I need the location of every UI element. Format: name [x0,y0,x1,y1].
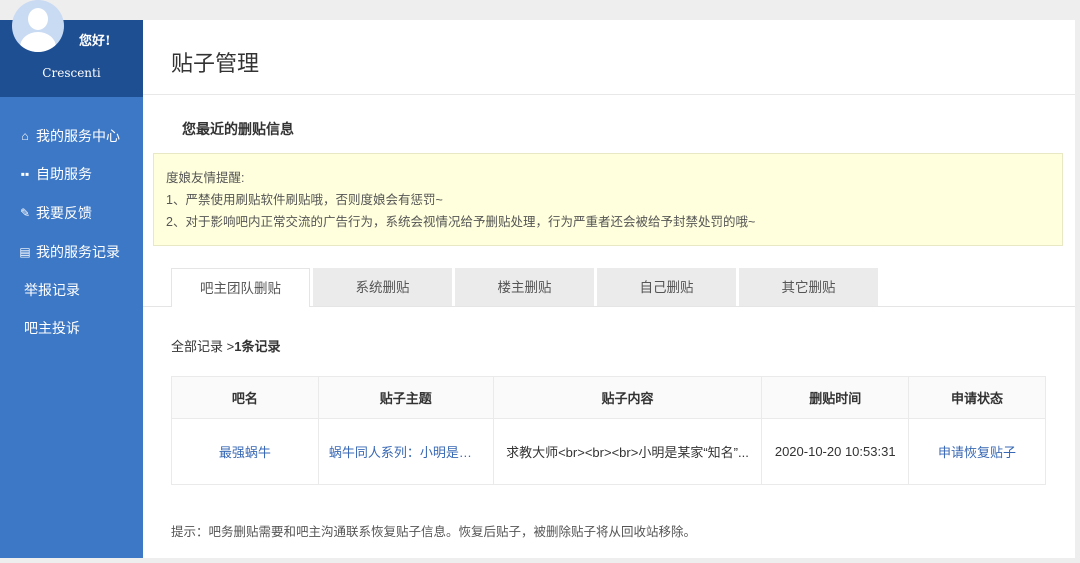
column-header: 申请状态 [908,376,1046,419]
tab-system-deleted[interactable]: 系统删贴 [313,268,452,306]
avatar[interactable] [12,0,64,52]
sidebar-item-label: 自助服务 [36,166,92,182]
sidebar: 您好! Crescenti ⌂ 我的服务中心 ▪▪ 自助服务 ✎ 我要反馈 ▤ 我的服务… [0,0,143,558]
sidebar-item-service-records[interactable]: ▤ 我的服务记录 [18,242,120,262]
count-value: 1条记录 [234,339,281,354]
edit-icon: ✎ [19,206,31,220]
home-icon: ⌂ [21,129,29,143]
post-title-link[interactable]: 蜗牛同人系列：小明是个... [317,418,494,485]
greeting: 您好! [79,34,111,49]
sidebar-item-report-records[interactable]: 举报记录 [24,280,80,300]
tab-bar: 吧主团队删贴 系统删贴 楼主删贴 自己删贴 其它删贴 [171,268,878,307]
table-row: 最强蜗牛 蜗牛同人系列：小明是个... 求教大师<br><br><br>小明是某… [171,418,1046,485]
request-restore-link[interactable]: 申请恢复贴子 [908,418,1046,485]
delete-time: 2020-10-20 10:53:31 [761,418,910,485]
sidebar-item-label: 吧主投诉 [24,320,80,336]
tab-self-deleted[interactable]: 自己删贴 [597,268,736,306]
deleted-posts-table: 吧名 贴子主题 贴子内容 删贴时间 申请状态 最强蜗牛 蜗牛同人系列：小明是个.… [171,376,1046,485]
tab-op-deleted[interactable]: 楼主删贴 [455,268,594,306]
main-content: 贴子管理 您最近的删贴信息 度娘友情提醒: 1、严禁使用刷贴软件刷贴哦，否则度娘… [143,20,1075,558]
column-header: 贴子主题 [317,376,494,419]
page-title: 贴子管理 [171,51,260,76]
user-panel: 您好! Crescenti [0,0,143,97]
post-content: 求教大师<br><br><br>小明是某家“知名”... [492,418,763,485]
section-title: 您最近的删贴信息 [182,121,294,137]
sidebar-item-feedback[interactable]: ✎ 我要反馈 [18,203,92,223]
column-header: 吧名 [171,376,319,419]
tab-admin-team-deleted[interactable]: 吧主团队删贴 [171,268,310,307]
sidebar-item-label: 我要反馈 [36,205,92,221]
sidebar-item-admin-complaint[interactable]: 吧主投诉 [24,318,80,338]
notice-line: 2、对于影响吧内正常交流的广告行为，系统会视情况给予删贴处理，行为严重者还会被给… [166,215,756,229]
grid-icon: ▪▪ [20,167,30,181]
table-header-row: 吧名 贴子主题 贴子内容 删贴时间 申请状态 [171,376,1046,419]
notice-title: 度娘友情提醒: [166,171,245,185]
divider [143,94,1075,95]
sidebar-item-label: 举报记录 [24,282,80,298]
column-header: 贴子内容 [492,376,763,419]
footer-tip: 提示：吧务删贴需要和吧主沟通联系恢复贴子信息。恢复后贴子，被删除贴子将从回收站移… [171,525,697,539]
tab-other-deleted[interactable]: 其它删贴 [739,268,878,306]
breadcrumb-all[interactable]: 全部记录 > [171,339,234,354]
clipboard-icon: ▤ [19,245,31,259]
sidebar-item-self-service[interactable]: ▪▪ 自助服务 [18,164,92,184]
username: Crescenti [42,66,101,80]
sidebar-item-label: 我的服务中心 [36,128,120,144]
notice-line: 1、严禁使用刷贴软件刷贴哦，否则度娘会有惩罚~ [166,193,443,207]
sidebar-item-service-center[interactable]: ⌂ 我的服务中心 [18,126,120,146]
column-header: 删贴时间 [761,376,910,419]
record-count: 全部记录 >1条记录 [171,336,280,355]
notice-box: 度娘友情提醒: 1、严禁使用刷贴软件刷贴哦，否则度娘会有惩罚~ 2、对于影响吧内… [153,153,1063,246]
forum-name-link[interactable]: 最强蜗牛 [171,418,319,485]
sidebar-item-label: 我的服务记录 [36,244,120,260]
